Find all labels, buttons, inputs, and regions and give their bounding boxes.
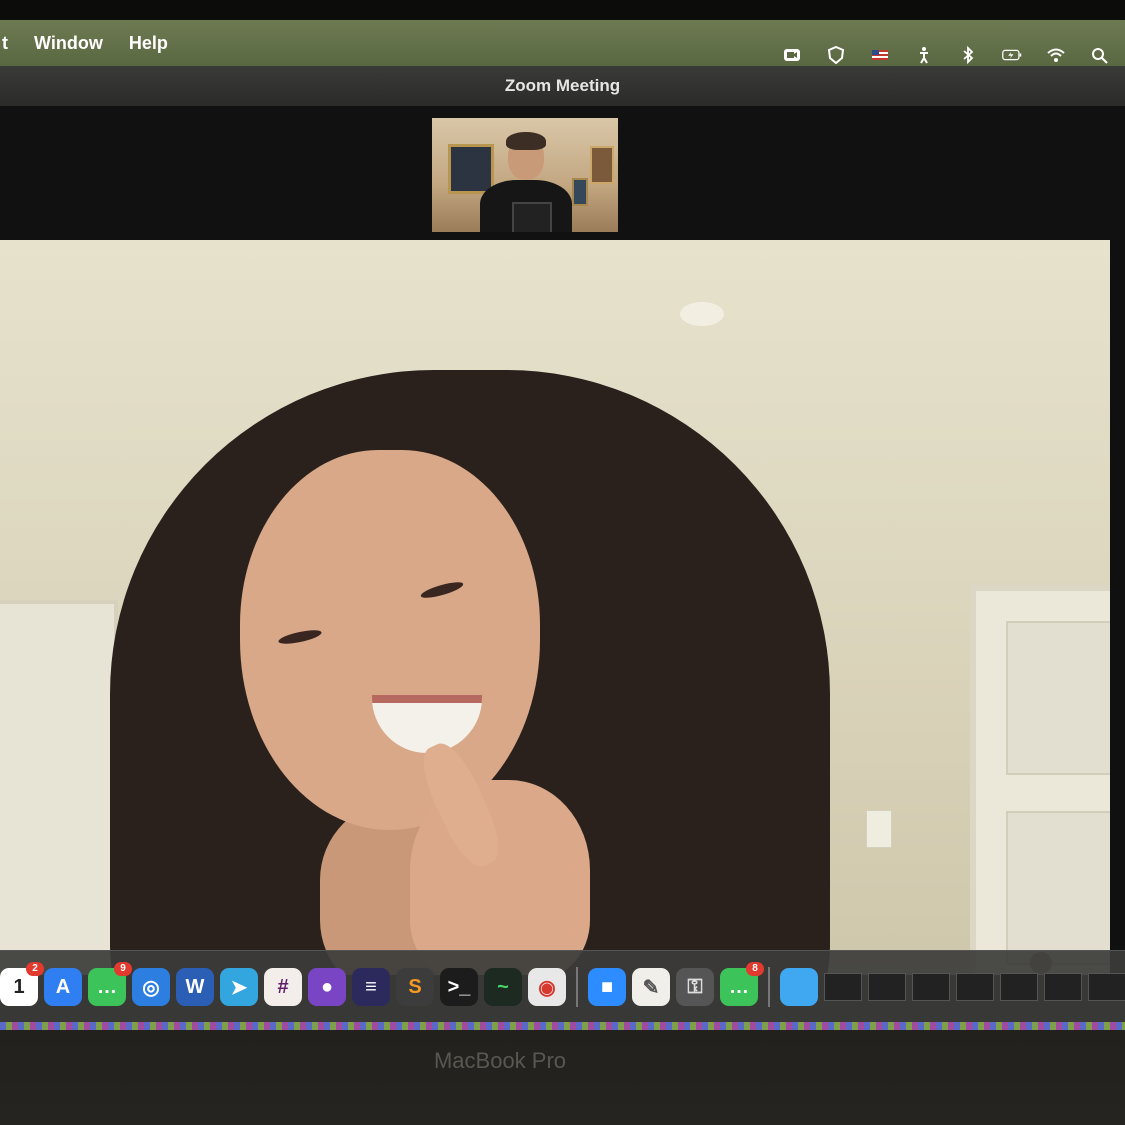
laptop-bezel: t Window Help Zoom Meeting 1 2 A … 9 ◎ W… [0, 0, 1125, 1125]
sublime-glyph: S [408, 975, 422, 998]
notification-badge: 2 [26, 962, 44, 976]
minimized-window-thumbnail[interactable] [956, 973, 994, 1001]
active-speaker-video[interactable] [0, 240, 1110, 975]
telegram-glyph: ➤ [230, 976, 248, 999]
menu-item-help[interactable]: Help [129, 33, 168, 54]
activity-monitor-glyph: ~ [497, 975, 509, 998]
zoom-status-icon[interactable] [781, 46, 803, 64]
dock: 1 2 A… 9 ◎ W ➤ # ● ≡ S >_ ~ ◉ ■ ✎ ⚿… 8 [0, 950, 1125, 1023]
menu-item-app[interactable]: t [2, 33, 8, 54]
activity-monitor-icon[interactable]: ~ [484, 968, 522, 1006]
slack-glyph: # [277, 975, 289, 998]
minimized-window-thumbnail[interactable] [1000, 973, 1038, 1001]
minimized-window-thumbnail[interactable] [1088, 973, 1125, 1001]
safari-icon[interactable]: ◎ [132, 968, 170, 1006]
door-panel [1006, 811, 1110, 965]
minimized-window-thumbnail[interactable] [912, 973, 950, 1001]
safari-glyph: ◎ [142, 976, 160, 999]
github-glyph: ● [320, 975, 334, 998]
participant-thumbnail[interactable] [432, 118, 618, 232]
door-right [970, 585, 1110, 975]
downloads-folder-icon[interactable] [780, 968, 818, 1006]
wall-painting [590, 146, 614, 184]
participant-tablet [512, 202, 552, 232]
battery-icon[interactable] [1001, 46, 1023, 64]
zoom-icon[interactable]: ■ [588, 968, 626, 1006]
calendar-icon[interactable]: 12 [0, 962, 44, 1006]
door-panel [1006, 621, 1110, 775]
word-icon[interactable]: W [176, 968, 214, 1006]
app-store-icon[interactable]: A [44, 968, 82, 1006]
wall-outlet [866, 810, 892, 848]
telegram-icon[interactable]: ➤ [220, 968, 258, 1006]
keychain-icon[interactable]: ⚿ [676, 968, 714, 1006]
textedit-glyph: ✎ [642, 976, 660, 999]
minimized-window-thumbnail[interactable] [868, 973, 906, 1001]
flag-icon[interactable] [869, 46, 891, 64]
bluetooth-icon[interactable] [957, 46, 979, 64]
eclipse-icon[interactable]: ≡ [352, 968, 390, 1006]
imessage-glyph: … [729, 975, 749, 998]
messages-glyph: … [97, 975, 117, 998]
door-left [0, 600, 118, 975]
menu-bar: t Window Help [0, 20, 1125, 66]
notification-badge: 9 [114, 962, 132, 976]
laptop-brand-label: MacBook Pro [433, 1048, 567, 1073]
minimized-window-thumbnail[interactable] [1044, 973, 1082, 1001]
search-icon[interactable] [1089, 46, 1111, 64]
keychain-glyph: ⚿ [687, 975, 703, 998]
eclipse-glyph: ≡ [365, 975, 377, 998]
app-store-glyph: A [55, 975, 71, 998]
wall-painting [572, 178, 588, 206]
ceiling-light [680, 302, 724, 326]
calendar-glyph: 1 [13, 975, 25, 998]
chrome-icon[interactable]: ◉ [528, 968, 566, 1006]
imessage-icon[interactable]: … 8 [720, 962, 764, 1006]
slack-icon[interactable]: # [264, 968, 302, 1006]
terminal-glyph: >_ [447, 975, 471, 998]
participant-filmstrip [0, 106, 1125, 240]
window-title-bar: Zoom Meeting [0, 66, 1125, 107]
menu-item-window[interactable]: Window [34, 33, 103, 54]
status-area [781, 22, 1125, 64]
github-icon[interactable]: ● [308, 968, 346, 1006]
accessibility-icon[interactable] [913, 46, 935, 64]
laptop-screen: t Window Help Zoom Meeting 1 2 A … 9 ◎ W… [0, 20, 1125, 1030]
messages-icon[interactable]: … 9 [88, 962, 132, 1006]
wall-painting [448, 144, 494, 194]
minimized-window-thumbnail[interactable] [824, 973, 862, 1001]
dock-separator [576, 967, 578, 1007]
notification-badge: 8 [746, 962, 764, 976]
word-glyph: W [185, 975, 205, 998]
dock-reflection [0, 1022, 1125, 1030]
chrome-glyph: ◉ [538, 976, 556, 999]
textedit-icon[interactable]: ✎ [632, 968, 670, 1006]
wifi-icon[interactable] [1045, 46, 1067, 64]
zoom-glyph: ■ [600, 975, 614, 998]
terminal-icon[interactable]: >_ [440, 968, 478, 1006]
sublime-icon[interactable]: S [396, 968, 434, 1006]
participant-hair [506, 132, 546, 150]
shield-icon[interactable] [825, 46, 847, 64]
dock-separator [768, 967, 770, 1007]
window-title: Zoom Meeting [504, 76, 621, 95]
